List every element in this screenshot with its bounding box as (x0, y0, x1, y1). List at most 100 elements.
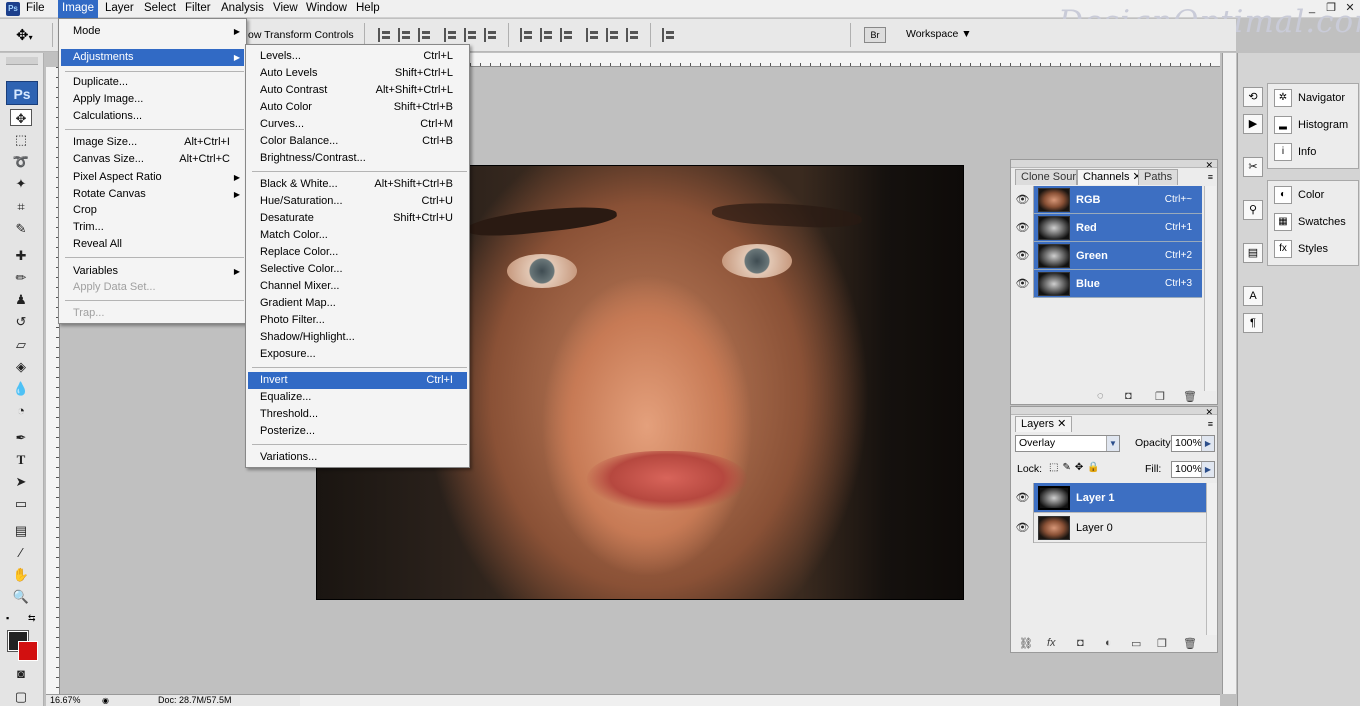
layer-style-icon[interactable]: fx (1047, 637, 1056, 649)
menu-layer[interactable]: Layer (101, 0, 138, 18)
rectangle-tool-icon[interactable]: ▭ (10, 495, 32, 512)
load-channel-selection-icon[interactable]: ◌ (1097, 390, 1104, 402)
horizontal-scrollbar[interactable] (300, 694, 1220, 706)
adj-replace-color[interactable]: Replace Color... (248, 244, 467, 261)
menu-window[interactable]: Window (302, 0, 351, 18)
layers-panel-close-icon[interactable]: ✕ (1205, 407, 1213, 418)
adj-photo-filter[interactable]: Photo Filter... (248, 312, 467, 329)
adj-threshold[interactable]: Threshold... (248, 406, 467, 423)
default-colors-icon[interactable]: ▪ (6, 613, 9, 623)
bridge-icon[interactable]: Br (864, 27, 886, 43)
channel-row-red[interactable]: 👁 Red Ctrl+1 (1012, 214, 1202, 242)
adj-match-color[interactable]: Match Color... (248, 227, 467, 244)
menu-analysis[interactable]: Analysis (217, 0, 268, 18)
save-selection-channel-icon[interactable]: ◘ (1125, 390, 1132, 402)
channels-scrollbar[interactable] (1204, 186, 1216, 391)
crop-tool-icon[interactable]: ⌗ (10, 198, 32, 215)
zoom-tool-icon[interactable]: 🔍 (10, 588, 32, 605)
brushes-icon[interactable]: ⚲ (1243, 200, 1263, 220)
tab-clone-source[interactable]: Clone Sourc (1015, 169, 1077, 185)
channels-panel-close-icon[interactable]: ✕ (1205, 160, 1213, 171)
channel-row-blue[interactable]: 👁 Blue Ctrl+3 (1012, 270, 1202, 298)
visibility-eye-icon[interactable]: 👁 (1012, 270, 1034, 298)
menu-item-adjustments[interactable]: Adjustments ▶ (61, 49, 244, 66)
adj-black-white[interactable]: Black & White... Alt+Shift+Ctrl+B (248, 176, 467, 193)
dock-swatches[interactable]: ▦ Swatches (1270, 210, 1358, 234)
visibility-eye-icon[interactable]: 👁 (1012, 186, 1034, 214)
menu-select[interactable]: Select (140, 0, 180, 18)
move-tool-preset-icon[interactable]: ✥▾ (16, 26, 33, 44)
slice-tool-icon[interactable]: ✎ (10, 220, 32, 237)
lasso-tool-icon[interactable]: ➰ (10, 153, 32, 170)
adj-brightness-contrast[interactable]: Brightness/Contrast... (248, 150, 467, 167)
paint-bucket-tool-icon[interactable]: ◈ (10, 358, 32, 375)
adj-shadow-highlight[interactable]: Shadow/Highlight... (248, 329, 467, 346)
marquee-tool-icon[interactable]: ⬚ (10, 131, 32, 148)
screen-mode-icon[interactable]: ▢ (10, 688, 32, 705)
adj-auto-color[interactable]: Auto Color Shift+Ctrl+B (248, 99, 467, 116)
layer-comps-icon[interactable]: ▤ (1243, 243, 1263, 263)
adj-equalize[interactable]: Equalize... (248, 389, 467, 406)
align-left-icon[interactable] (444, 28, 458, 42)
align-hcenter-icon[interactable] (464, 28, 478, 42)
add-mask-icon[interactable]: ◘ (1077, 637, 1084, 649)
eyedropper-tool-icon[interactable]: ⁄ (10, 544, 32, 561)
blend-mode-select[interactable]: Overlay ▼ (1015, 435, 1120, 452)
adj-curves[interactable]: Curves... Ctrl+M (248, 116, 467, 133)
align-top-icon[interactable] (378, 28, 392, 42)
menu-item-crop[interactable]: Crop (61, 202, 244, 219)
menu-item-canvas-size[interactable]: Canvas Size... Alt+Ctrl+C (61, 151, 244, 168)
auto-align-icon[interactable] (662, 28, 676, 42)
menu-item-reveal-all[interactable]: Reveal All (61, 236, 244, 253)
actions-icon[interactable]: ▶ (1243, 114, 1263, 134)
adj-hue-saturation[interactable]: Hue/Saturation... Ctrl+U (248, 193, 467, 210)
history-icon[interactable]: ⟲ (1243, 87, 1263, 107)
brush-tool-icon[interactable]: ✏ (10, 269, 32, 286)
dock-styles[interactable]: fx Styles (1270, 237, 1358, 261)
adj-invert[interactable]: Invert Ctrl+I (248, 372, 467, 389)
delete-channel-icon[interactable]: 🗑 (1183, 390, 1197, 403)
new-group-icon[interactable]: ▭ (1131, 637, 1141, 650)
tab-paths[interactable]: Paths (1138, 169, 1179, 185)
adj-channel-mixer[interactable]: Channel Mixer... (248, 278, 467, 295)
align-bottom-icon[interactable] (418, 28, 432, 42)
menu-item-pixel-aspect-ratio[interactable]: Pixel Aspect Ratio ▶ (61, 169, 244, 186)
character-icon[interactable]: A (1243, 286, 1263, 306)
menu-item-apply-image[interactable]: Apply Image... (61, 91, 244, 108)
adjustment-layer-icon[interactable]: ◐ (1105, 637, 1112, 649)
channel-row-rgb[interactable]: 👁 RGB Ctrl+~ (1012, 186, 1202, 214)
menu-image[interactable]: Image (58, 0, 98, 18)
tool-presets-icon[interactable]: ✂ (1243, 157, 1263, 177)
menu-item-duplicate[interactable]: Duplicate... (61, 74, 244, 91)
path-selection-tool-icon[interactable]: ➤ (10, 473, 32, 490)
adj-auto-levels[interactable]: Auto Levels Shift+Ctrl+L (248, 65, 467, 82)
paragraph-icon[interactable]: ¶ (1243, 313, 1263, 333)
layers-scrollbar[interactable] (1206, 483, 1217, 635)
opacity-input[interactable]: 100% ▶ (1171, 435, 1215, 452)
healing-brush-tool-icon[interactable]: ✚ (10, 247, 32, 264)
background-color-swatch[interactable] (18, 641, 38, 661)
adj-selective-color[interactable]: Selective Color... (248, 261, 467, 278)
adj-exposure[interactable]: Exposure... (248, 346, 467, 363)
layer-row-layer-1[interactable]: 👁 Layer 1 (1012, 483, 1206, 513)
channels-panel-titlebar[interactable] (1011, 160, 1217, 168)
dock-info[interactable]: i Info (1270, 140, 1358, 164)
adj-auto-contrast[interactable]: Auto Contrast Alt+Shift+Ctrl+L (248, 82, 467, 99)
layer-row-layer-0[interactable]: 👁 Layer 0 (1012, 513, 1206, 543)
distribute-vcenter-icon[interactable] (540, 28, 554, 42)
blur-tool-icon[interactable]: 💧 (10, 380, 32, 397)
dock-navigator[interactable]: ✲ Navigator (1270, 86, 1358, 110)
swap-colors-icon[interactable]: ⇆ (28, 613, 36, 624)
lock-icons[interactable]: ⬚✎✥🔒 (1049, 462, 1104, 473)
menu-item-trim[interactable]: Trim... (61, 219, 244, 236)
menu-item-image-size[interactable]: Image Size... Alt+Ctrl+I (61, 134, 244, 151)
distribute-left-icon[interactable] (586, 28, 600, 42)
distribute-right-icon[interactable] (626, 28, 640, 42)
layers-panel-menu-icon[interactable]: ≡ (1208, 419, 1213, 429)
adj-desaturate[interactable]: Desaturate Shift+Ctrl+U (248, 210, 467, 227)
menu-filter[interactable]: Filter (181, 0, 215, 18)
adj-posterize[interactable]: Posterize... (248, 423, 467, 440)
menu-file[interactable]: File (22, 0, 49, 18)
status-info-icon[interactable]: ◉ (102, 695, 109, 706)
visibility-eye-icon[interactable]: 👁 (1012, 483, 1034, 513)
